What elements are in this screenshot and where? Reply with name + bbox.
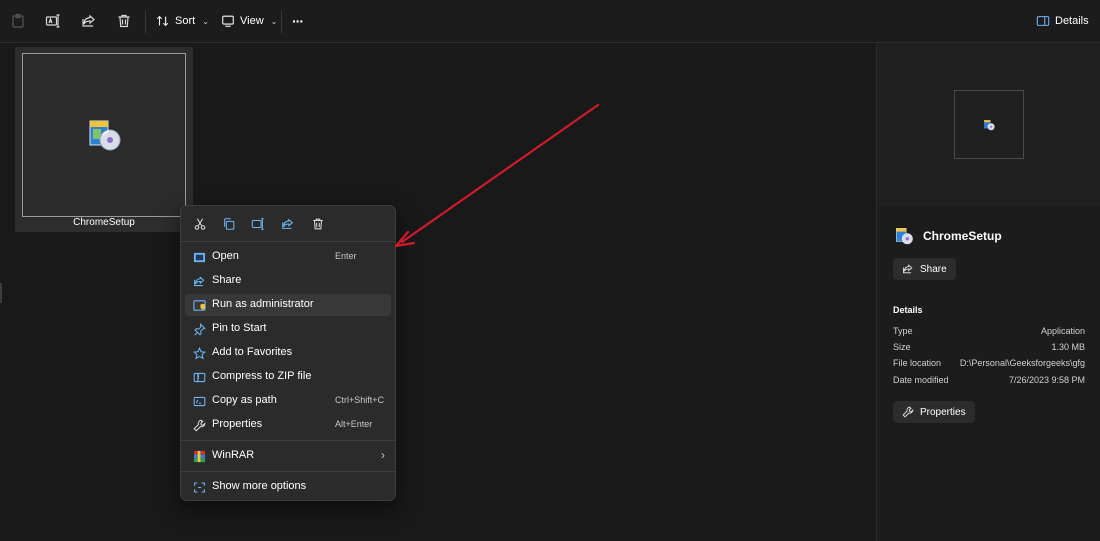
detail-row-file-location: File location D:\Personal\Geeksforgeeks\… <box>893 358 1085 368</box>
toolbar-separator <box>281 11 282 33</box>
preview-area <box>877 43 1100 206</box>
resize-handle[interactable] <box>0 283 2 303</box>
rename-icon[interactable] <box>250 216 266 232</box>
sort-button[interactable]: Sort ⌄ <box>156 10 209 32</box>
chevron-right-icon: › <box>381 448 385 462</box>
details-section-heading: Details <box>893 305 923 315</box>
chevron-down-icon: ⌄ <box>270 16 278 26</box>
winrar-icon <box>192 449 206 463</box>
preview-thumbnail <box>954 90 1024 159</box>
file-item-selected[interactable]: ChromeSetup <box>15 47 193 232</box>
file-name-label: ChromeSetup <box>73 217 135 228</box>
share-icon[interactable] <box>79 11 99 31</box>
paste-icon[interactable] <box>8 11 28 31</box>
context-quick-actions <box>181 206 395 240</box>
installer-icon <box>89 120 121 151</box>
more-options-button[interactable]: ··· <box>292 10 304 32</box>
cut-icon[interactable] <box>192 216 208 232</box>
chevron-down-icon: ⌄ <box>202 16 209 26</box>
menu-divider <box>181 241 395 242</box>
command-bar: Sort ⌄ View ⌄ ··· Details <box>0 0 1100 43</box>
delete-icon[interactable] <box>114 11 134 31</box>
menu-item-copy-as-path[interactable]: Copy as path Ctrl+Shift+C <box>185 390 391 412</box>
zip-icon <box>192 370 206 384</box>
detail-row-date-modified: Date modified 7/26/2023 9:58 PM <box>893 375 1085 385</box>
menu-item-compress-to-zip[interactable]: Compress to ZIP file <box>185 366 391 388</box>
menu-divider <box>181 471 395 472</box>
menu-item-share[interactable]: Share <box>185 270 391 292</box>
delete-icon[interactable] <box>310 216 326 232</box>
toolbar-separator <box>145 11 146 33</box>
share-icon <box>192 274 206 288</box>
details-file-title: ChromeSetup <box>923 229 1002 243</box>
more-icon: ··· <box>292 13 304 29</box>
copy-path-icon <box>192 394 206 408</box>
menu-item-open[interactable]: Open Enter <box>185 246 391 268</box>
details-pane-icon <box>1036 16 1050 26</box>
file-list-area[interactable]: ChromeSetup <box>0 43 876 541</box>
rename-icon[interactable] <box>43 11 63 31</box>
menu-item-properties[interactable]: Properties Alt+Enter <box>185 414 391 436</box>
star-icon <box>192 346 206 360</box>
view-icon <box>222 15 234 27</box>
menu-item-run-as-administrator[interactable]: Run as administrator <box>185 294 391 316</box>
wrench-icon <box>902 406 914 418</box>
details-share-button[interactable]: Share <box>893 258 956 280</box>
wrench-icon <box>192 418 206 432</box>
shield-icon <box>192 298 206 312</box>
file-thumbnail <box>22 53 186 217</box>
menu-item-add-to-favorites[interactable]: Add to Favorites <box>185 342 391 364</box>
details-properties-button[interactable]: Properties <box>893 401 975 423</box>
detail-row-type: Type Application <box>893 326 1085 336</box>
menu-item-pin-to-start[interactable]: Pin to Start <box>185 318 391 340</box>
menu-divider <box>181 440 395 441</box>
context-menu: Open Enter Share Run as administrator Pi… <box>180 205 396 501</box>
sort-icon <box>156 15 169 27</box>
detail-row-size: Size 1.30 MB <box>893 342 1085 352</box>
details-pane: ChromeSetup Share Details Type Applicati… <box>876 43 1100 541</box>
details-toggle-button[interactable]: Details <box>1036 10 1089 32</box>
details-label: Details <box>1055 15 1089 27</box>
installer-icon <box>984 119 995 130</box>
share-icon <box>903 264 913 274</box>
more-options-icon <box>192 480 206 494</box>
sort-label: Sort <box>175 15 196 27</box>
pin-icon <box>192 322 206 336</box>
menu-item-show-more-options[interactable]: Show more options <box>185 476 391 498</box>
share-icon[interactable] <box>280 216 296 232</box>
open-icon <box>192 250 206 264</box>
copy-icon[interactable] <box>221 216 237 232</box>
menu-item-winrar[interactable]: WinRAR › <box>185 445 391 467</box>
view-button[interactable]: View ⌄ <box>221 10 277 32</box>
file-type-icon <box>893 225 915 250</box>
view-label: View <box>240 15 264 27</box>
